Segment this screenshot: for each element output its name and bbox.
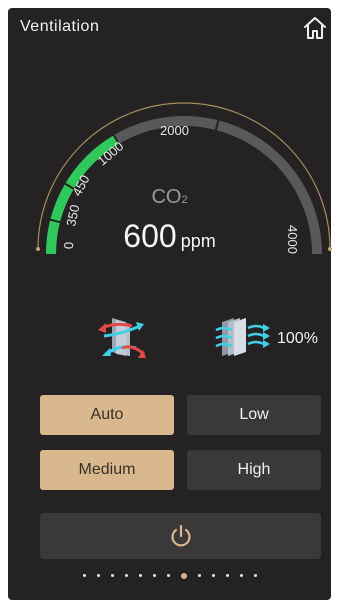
co2-value: 600 [123,218,177,254]
page-dot-current[interactable] [180,573,187,579]
page-dot[interactable] [166,574,170,577]
recirculation-icon[interactable] [92,314,148,360]
page-dot[interactable] [211,574,215,577]
power-icon [170,524,191,547]
page-indicator [0,573,339,579]
page-dot[interactable] [110,574,114,577]
page-dot[interactable] [152,574,156,577]
page-dot[interactable] [82,574,86,577]
power-button[interactable] [40,513,321,559]
fan-speed-percent: 100% [277,330,318,347]
page-dot[interactable] [225,574,229,577]
mode-high-button[interactable]: High [187,450,321,490]
mode-medium-button[interactable]: Medium [40,450,174,490]
page-dot[interactable] [239,574,243,577]
co2-label: CO2 [151,186,188,208]
page-dot[interactable] [197,574,201,577]
co2-unit: ppm [180,231,216,251]
co2-reading: 600 ppm [0,218,339,255]
mode-auto-button[interactable]: Auto [40,395,174,435]
page-dot[interactable] [253,574,257,577]
fan-airflow-icon[interactable] [214,316,274,358]
page-dot[interactable] [138,574,142,577]
page-dot[interactable] [96,574,100,577]
page-dot[interactable] [124,574,128,577]
mode-low-button[interactable]: Low [187,395,321,435]
gauge-label-2000: 2000 [160,123,189,138]
